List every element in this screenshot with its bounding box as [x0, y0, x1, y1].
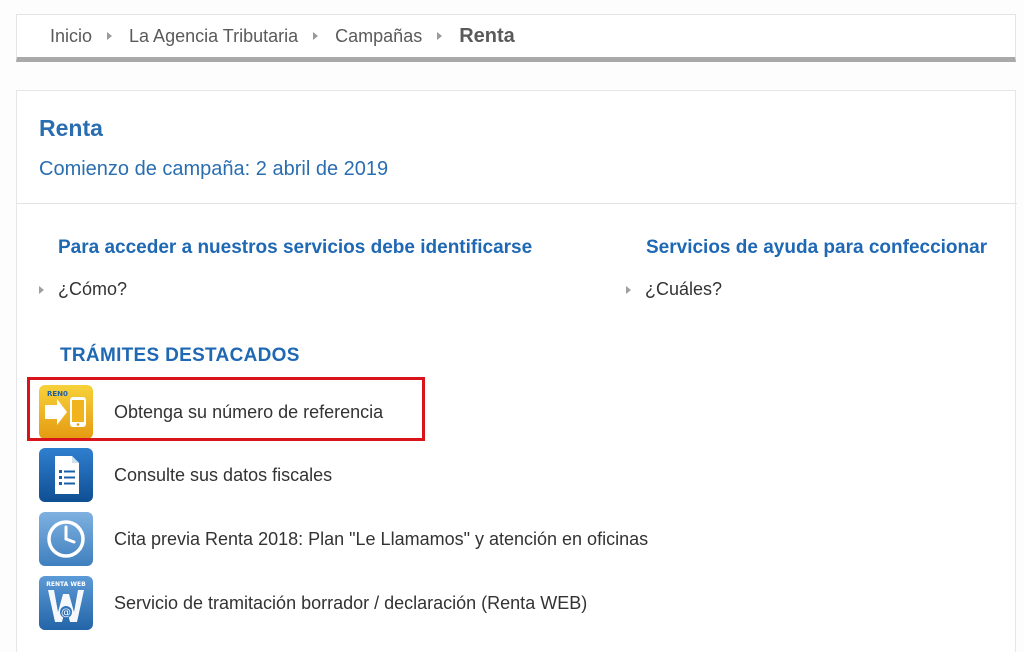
breadcrumb-agencia-tributaria[interactable]: La Agencia Tributaria	[129, 26, 298, 47]
clock-appointment-icon	[39, 512, 93, 566]
breadcrumb: Inicio La Agencia Tributaria Campañas Re…	[16, 14, 1016, 62]
main-content: Renta Comienzo de campaña: 2 abril de 20…	[16, 90, 1017, 652]
chevron-right-icon	[313, 32, 319, 40]
procedure-appointment[interactable]: Cita previa Renta 2018: Plan "Le Llamamo…	[39, 512, 648, 566]
bullet-arrow-icon	[39, 285, 44, 294]
chevron-right-icon	[107, 32, 113, 40]
how-link[interactable]: ¿Cómo?	[39, 279, 127, 300]
breadcrumb-current: Renta	[459, 24, 515, 47]
chevron-right-icon	[437, 32, 443, 40]
procedure-label: Cita previa Renta 2018: Plan "Le Llamamo…	[114, 528, 649, 549]
procedure-renta-web[interactable]: RENTA WEB @ Servicio de tramitación borr…	[39, 576, 587, 630]
page-title: Renta	[39, 115, 103, 141]
page: Inicio La Agencia Tributaria Campañas Re…	[0, 0, 1024, 652]
fiscal-data-document-icon	[39, 448, 93, 502]
procedure-label: Obtenga su número de referencia	[114, 401, 384, 422]
breadcrumb-campanas[interactable]: Campañas	[335, 26, 422, 47]
procedure-label: Servicio de tramitación borrador / decla…	[114, 592, 588, 613]
divider	[17, 203, 1017, 204]
bullet-arrow-icon	[626, 285, 631, 294]
procedure-reference-number[interactable]: REN0 Obtenga su número de referencia	[39, 385, 383, 439]
renta-web-icon: RENTA WEB @	[39, 576, 93, 630]
svg-text:@: @	[61, 608, 71, 619]
how-link-label: ¿Cómo?	[58, 279, 128, 299]
which-link[interactable]: ¿Cuáles?	[626, 279, 722, 300]
procedure-fiscal-data[interactable]: Consulte sus datos fiscales	[39, 448, 332, 502]
campaign-start-date: Comienzo de campaña: 2 abril de 2019	[39, 158, 389, 180]
featured-procedures-heading: TRÁMITES DESTACADOS	[60, 345, 300, 366]
help-services-heading[interactable]: Servicios de ayuda para confeccionar	[646, 237, 987, 259]
identify-services-heading[interactable]: Para acceder a nuestros servicios debe i…	[58, 237, 532, 259]
mobile-reference-icon: REN0	[39, 385, 93, 439]
svg-text:REN0: REN0	[47, 390, 68, 398]
svg-text:RENTA WEB: RENTA WEB	[46, 581, 86, 588]
procedure-label: Consulte sus datos fiscales	[114, 464, 333, 485]
breadcrumb-inicio[interactable]: Inicio	[50, 26, 92, 47]
which-link-label: ¿Cuáles?	[645, 279, 723, 299]
